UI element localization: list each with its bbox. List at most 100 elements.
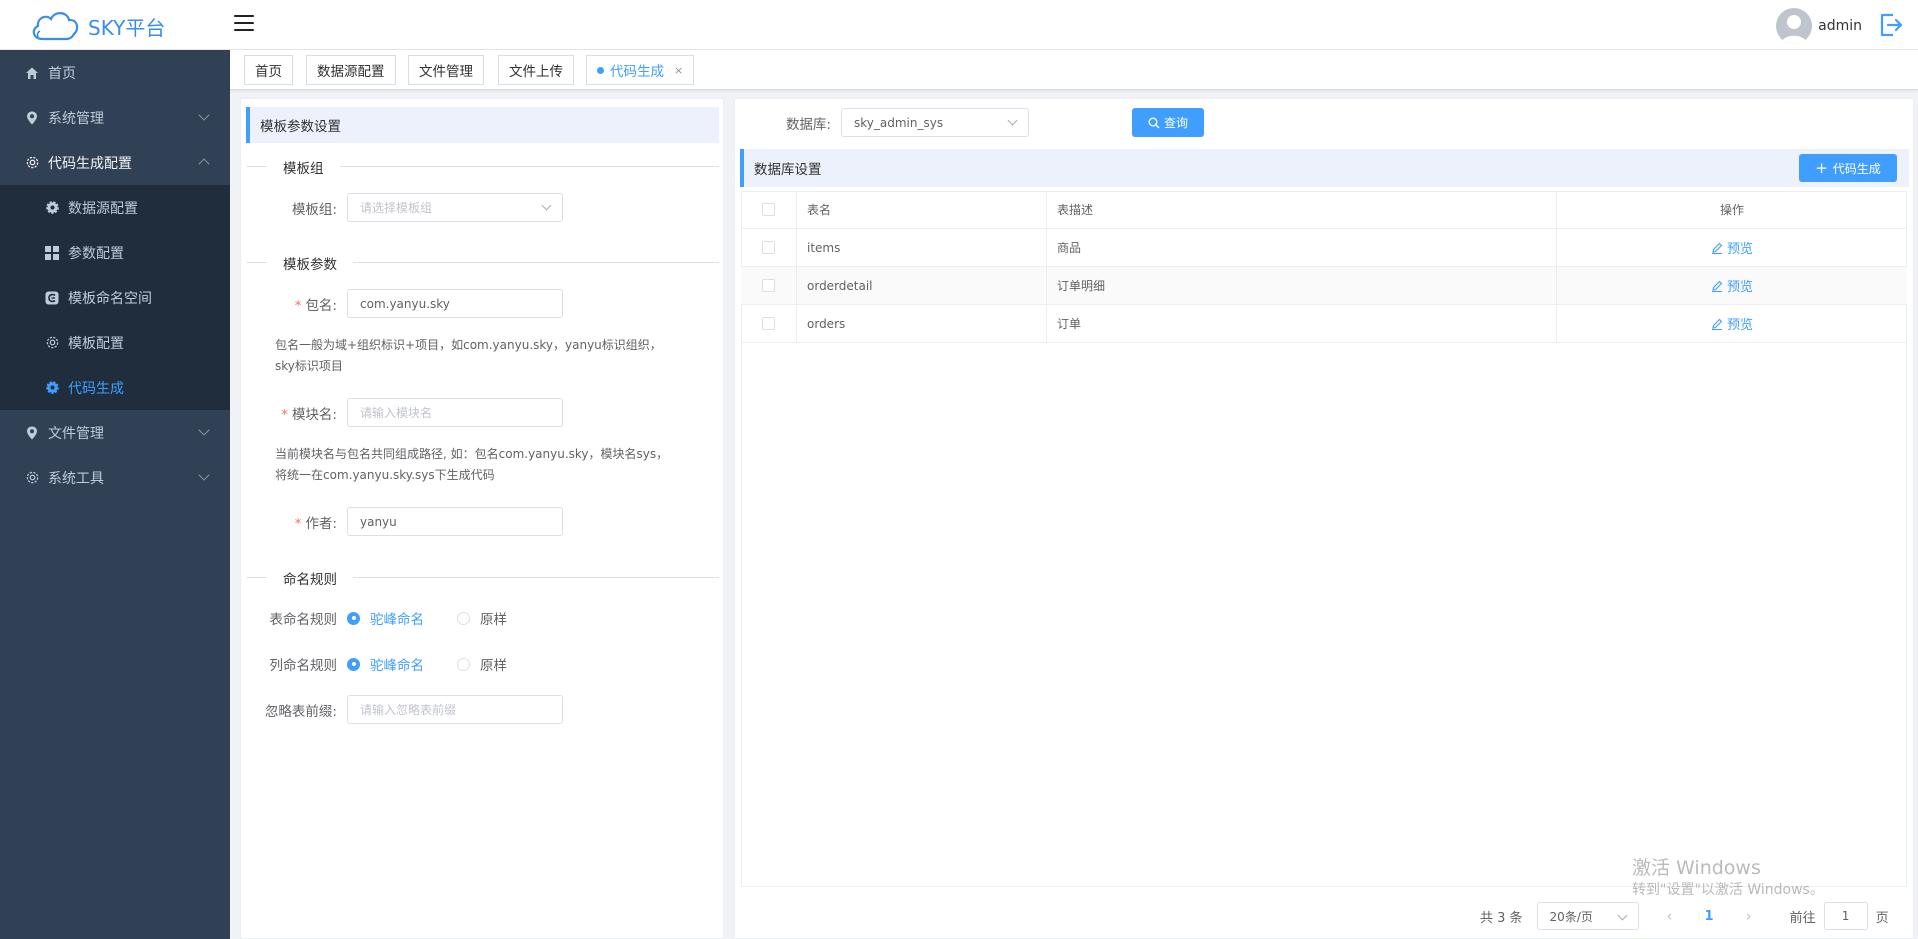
- select-all-checkbox[interactable]: [762, 203, 775, 216]
- edit-icon: [1711, 242, 1723, 254]
- page-size-value: 20条/页: [1549, 909, 1593, 924]
- close-icon[interactable]: ×: [674, 64, 683, 77]
- preview-link[interactable]: 预览: [1711, 238, 1753, 257]
- chevron-down-icon: [198, 469, 210, 481]
- sidebar-item-file-management[interactable]: 文件管理: [0, 410, 230, 455]
- top-header: SKY平台 admin: [0, 0, 1918, 50]
- page-size-select[interactable]: 20条/页: [1536, 902, 1639, 930]
- row-checkbox[interactable]: [762, 317, 775, 330]
- gear-icon: [24, 155, 40, 171]
- module-label-text: 模块名:: [291, 407, 337, 423]
- sidebar-item-datasource-config[interactable]: 数据源配置: [0, 185, 230, 230]
- tab-file-upload[interactable]: 文件上传: [498, 55, 574, 85]
- tab-label: 文件上传: [509, 64, 563, 80]
- preview-label: 预览: [1726, 318, 1753, 333]
- ignore-prefix-input[interactable]: 请输入忽略表前缀: [347, 695, 563, 724]
- plus-icon: +: [1815, 159, 1828, 177]
- sidebar-item-label: 首页: [48, 65, 76, 82]
- module-input[interactable]: 请输入模块名: [347, 398, 563, 427]
- search-icon: [1148, 117, 1160, 128]
- user-avatar-icon: [1781, 15, 1808, 44]
- header-select-cell: [741, 191, 797, 228]
- logout-icon[interactable]: [1876, 11, 1904, 39]
- sidebar-item-system-management[interactable]: 系统管理: [0, 95, 230, 140]
- header-cell: 操作: [1719, 203, 1744, 217]
- tab-datasource-config[interactable]: 数据源配置: [306, 55, 396, 85]
- header-cell: 表描述: [1047, 191, 1557, 228]
- tab-file-management[interactable]: 文件管理: [408, 55, 484, 85]
- windows-watermark-title: 激活 Windows: [1632, 857, 1761, 879]
- column-naming-label: 列命名规则: [269, 658, 338, 674]
- logo[interactable]: SKY平台: [28, 6, 228, 46]
- windows-watermark-subtitle: 转到"设置"以激活 Windows。: [1632, 882, 1824, 898]
- section-title-template-params: 模板参数: [267, 253, 353, 273]
- sidebar-item-code-generation[interactable]: 代码生成: [0, 365, 230, 410]
- column-naming-camel-radio[interactable]: 驼峰命名: [347, 654, 424, 674]
- active-dot-icon: [597, 66, 604, 74]
- submenu-codegen: 数据源配置 参数配置 模板命名空间 模板配置 代码生成: [0, 185, 230, 410]
- author-input[interactable]: yanyu: [347, 507, 563, 536]
- required-mark: *: [294, 516, 302, 532]
- database-select[interactable]: sky_admin_sys: [841, 108, 1029, 137]
- sidebar-item-codegen-config[interactable]: 代码生成配置: [0, 140, 230, 185]
- goto-input[interactable]: 1: [1823, 902, 1868, 930]
- page-number-current[interactable]: 1: [1705, 909, 1714, 924]
- preview-link[interactable]: 预览: [1711, 276, 1753, 295]
- location-icon: [24, 110, 40, 126]
- sidebar-item-param-config[interactable]: 参数配置: [0, 230, 230, 275]
- avatar[interactable]: [1776, 8, 1813, 44]
- radio-label: 驼峰命名: [370, 658, 424, 674]
- prev-page-icon[interactable]: ‹: [1667, 907, 1673, 925]
- table-row[interactable]: items 商品 预览: [741, 229, 1907, 267]
- panel-title: 模板参数设置: [246, 107, 719, 143]
- sidebar-item-home[interactable]: 首页: [0, 50, 230, 95]
- sidebar-item-template-config[interactable]: 模板配置: [0, 320, 230, 365]
- hamburger-menu-icon[interactable]: [234, 15, 254, 33]
- radio-label: 原样: [480, 612, 507, 628]
- home-icon: [24, 65, 40, 81]
- preview-link[interactable]: 预览: [1711, 314, 1753, 333]
- pagination-total: 共 3 条: [1480, 910, 1523, 926]
- location-icon: [24, 425, 40, 441]
- chevron-down-icon: [1007, 115, 1018, 126]
- author-label-text: 作者:: [305, 516, 337, 532]
- package-value: com.yanyu.sky: [360, 296, 450, 311]
- page-suffix: 页: [1875, 910, 1889, 926]
- sidebar-item-label: 模板配置: [68, 335, 124, 352]
- sidebar-item-template-namespace[interactable]: 模板命名空间: [0, 275, 230, 320]
- action-cell: 预览: [1557, 229, 1907, 266]
- package-input[interactable]: com.yanyu.sky: [347, 289, 563, 318]
- table-row[interactable]: orderdetail 订单明细 预览: [741, 267, 1907, 305]
- package-help-text: 包名一般为域+组织标识+项目，如com.yanyu.sky，yanyu标识组织，…: [275, 338, 662, 373]
- table-naming-camel-radio[interactable]: 驼峰命名: [347, 608, 424, 628]
- tab-code-generation[interactable]: 代码生成 ×: [586, 55, 695, 85]
- template-group-select[interactable]: 请选择模板组: [347, 193, 563, 222]
- table-name-cell: orderdetail: [797, 267, 1047, 304]
- radio-label: 原样: [480, 658, 507, 674]
- tab-home[interactable]: 首页: [244, 55, 293, 85]
- chevron-down-icon: [198, 424, 210, 436]
- user-menu[interactable]: admin: [1776, 8, 1862, 44]
- radio-label: 驼峰命名: [370, 612, 424, 628]
- table-naming-original-radio[interactable]: 原样: [457, 608, 507, 628]
- table-header: 表名 表描述 操作: [741, 191, 1907, 229]
- row-checkbox[interactable]: [762, 279, 775, 292]
- next-page-icon[interactable]: ›: [1746, 907, 1752, 925]
- generate-code-button[interactable]: + 代码生成: [1799, 154, 1897, 182]
- header-cell: 表名: [797, 191, 1047, 228]
- radio-checked-icon: [347, 657, 360, 671]
- goto-value: 1: [1841, 909, 1850, 923]
- tab-label: 首页: [255, 64, 282, 80]
- query-button[interactable]: 查询: [1132, 108, 1204, 137]
- chevron-down-icon: [541, 200, 552, 211]
- table-row[interactable]: orders 订单 预览: [741, 305, 1907, 343]
- radio-unchecked-icon: [457, 611, 470, 625]
- column-naming-original-radio[interactable]: 原样: [457, 654, 507, 674]
- sidebar-item-system-tools[interactable]: 系统工具: [0, 455, 230, 500]
- row-checkbox[interactable]: [762, 241, 775, 254]
- namespace-icon: [44, 290, 60, 306]
- gear-icon: [24, 470, 40, 486]
- edit-icon: [1711, 318, 1723, 330]
- sidebar-item-label: 代码生成配置: [48, 155, 132, 172]
- section-title-naming-rules: 命名规则: [267, 568, 353, 588]
